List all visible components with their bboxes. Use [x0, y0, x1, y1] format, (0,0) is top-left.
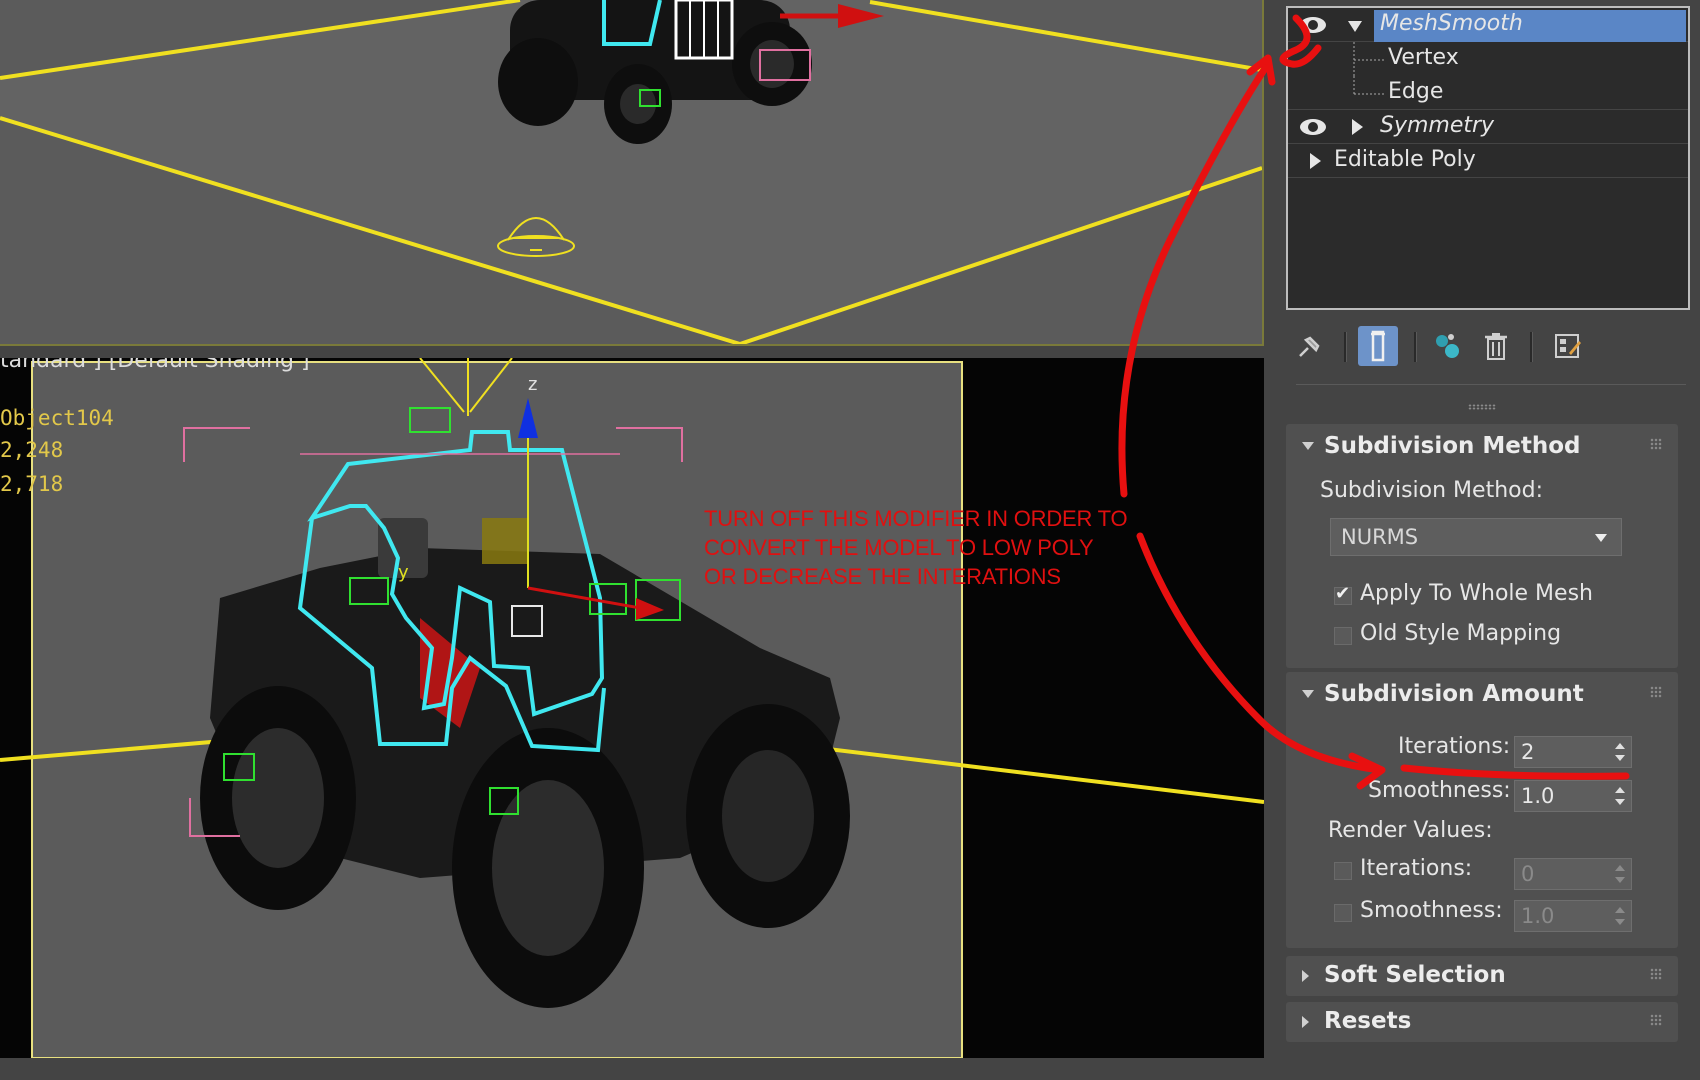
- grip-icon: [1650, 686, 1662, 698]
- render-smoothness-spinner: 1.0: [1514, 900, 1632, 932]
- stack-item-label: MeshSmooth: [1380, 11, 1523, 36]
- spinner-up-icon: [1615, 865, 1625, 871]
- remove-modifier-icon[interactable]: [1476, 326, 1516, 366]
- collapse-triangle-icon[interactable]: [1348, 21, 1362, 32]
- old-style-mapping-checkbox[interactable]: [1334, 627, 1352, 645]
- render-iterations-label[interactable]: Iterations:: [1360, 856, 1472, 881]
- spinner-value: 1.0: [1521, 784, 1555, 808]
- stack-toolbar: [1286, 324, 1690, 370]
- annotation-line: CONVERT THE MODEL TO LOW POLY: [704, 535, 1094, 560]
- grip-icon: [1650, 438, 1662, 450]
- smoothness-spinner[interactable]: 1.0: [1514, 780, 1632, 812]
- toolbar-separator: [1344, 332, 1347, 362]
- annotation-line: TURN OFF THIS MODIFIER IN ORDER TO: [704, 506, 1128, 531]
- spinner-value: 1.0: [1521, 904, 1555, 928]
- rollout-header[interactable]: Resets: [1286, 1002, 1678, 1046]
- subdivision-method-label: Subdivision Method:: [1320, 478, 1543, 503]
- expand-triangle-icon[interactable]: [1352, 119, 1363, 135]
- rollout-header[interactable]: Subdivision Method: [1286, 424, 1678, 468]
- modify-panel: MeshSmooth Vertex Edge Symmetry Editable…: [1274, 0, 1700, 1080]
- stack-item-meshsmooth[interactable]: MeshSmooth: [1288, 8, 1688, 42]
- stack-item-label: Symmetry: [1380, 113, 1495, 138]
- spinner-down-icon[interactable]: [1615, 755, 1625, 761]
- axis-z-label: z: [528, 374, 537, 395]
- render-iterations-checkbox[interactable]: [1334, 862, 1352, 880]
- render-smoothness-label[interactable]: Smoothness:: [1360, 898, 1503, 923]
- annotation-note: TURN OFF THIS MODIFIER IN ORDER TO CONVE…: [704, 504, 1128, 591]
- perspective-viewport[interactable]: z y tandard ] [Default Shading ] Object1…: [0, 358, 1264, 1058]
- stack-item-edge[interactable]: Edge: [1288, 76, 1688, 110]
- spinner-down-icon: [1615, 919, 1625, 925]
- stat-object-name: Object104: [0, 406, 114, 430]
- stack-item-editable-poly[interactable]: Editable Poly: [1288, 144, 1688, 178]
- stack-item-symmetry[interactable]: Symmetry: [1288, 110, 1688, 144]
- stack-item-vertex[interactable]: Vertex: [1288, 42, 1688, 76]
- collapse-arrow-icon: [1302, 442, 1314, 450]
- configure-modifier-sets-icon[interactable]: [1548, 326, 1588, 366]
- eye-icon[interactable]: [1298, 14, 1328, 36]
- axis-y-label: y: [398, 562, 409, 583]
- stack-item-label: Vertex: [1388, 45, 1459, 70]
- tree-connector: [1353, 76, 1386, 95]
- spinner-value: 0: [1521, 862, 1535, 886]
- rollout-title: Subdivision Method: [1324, 433, 1581, 459]
- rollout-header[interactable]: Soft Selection: [1286, 956, 1678, 1000]
- spinner-up-icon: [1615, 907, 1625, 913]
- apply-whole-mesh-checkbox[interactable]: [1334, 583, 1352, 605]
- smoothness-label: Smoothness:: [1368, 778, 1511, 803]
- spinner-up-icon[interactable]: [1615, 743, 1625, 749]
- collapse-arrow-icon: [1302, 690, 1314, 698]
- viewport-label[interactable]: tandard ] [Default Shading ]: [0, 358, 310, 373]
- stack-item-label: Editable Poly: [1334, 147, 1476, 172]
- rollout-title: Subdivision Amount: [1324, 681, 1584, 707]
- render-smoothness-checkbox[interactable]: [1334, 904, 1352, 922]
- top-viewport[interactable]: [0, 0, 1264, 346]
- perspective-scene: z y: [0, 358, 1264, 1058]
- top-viewport-scene: [0, 0, 1262, 344]
- spinner-down-icon[interactable]: [1615, 799, 1625, 805]
- rollout-subdivision-amount: Subdivision Amount Iterations: 2 Smoothn…: [1286, 672, 1678, 948]
- apply-whole-mesh-label[interactable]: Apply To Whole Mesh: [1360, 581, 1593, 606]
- toolbar-separator: [1414, 332, 1417, 362]
- annotation-line: OR DECREASE THE INTERATIONS: [704, 564, 1061, 589]
- panel-grip[interactable]: [1468, 404, 1496, 410]
- old-style-mapping-label[interactable]: Old Style Mapping: [1360, 621, 1561, 646]
- stat-polys: 2,248: [0, 438, 64, 462]
- expand-arrow-icon: [1302, 1016, 1309, 1028]
- toolbar-separator: [1530, 332, 1533, 362]
- subdivision-method-dropdown[interactable]: NURMS: [1330, 518, 1622, 556]
- stat-verts: 2,718: [0, 472, 64, 496]
- grip-icon: [1650, 968, 1662, 980]
- expand-triangle-icon[interactable]: [1310, 153, 1321, 169]
- render-iterations-spinner: 0: [1514, 858, 1632, 890]
- spinner-value: 2: [1521, 740, 1535, 764]
- spinner-up-icon[interactable]: [1615, 787, 1625, 793]
- render-values-label: Render Values:: [1328, 818, 1493, 843]
- rollout-header[interactable]: Subdivision Amount: [1286, 672, 1678, 716]
- panel-divider: [1296, 384, 1686, 385]
- modifier-stack[interactable]: MeshSmooth Vertex Edge Symmetry Editable…: [1286, 6, 1690, 310]
- rollout-title: Soft Selection: [1324, 962, 1506, 988]
- pin-stack-icon[interactable]: [1290, 326, 1330, 366]
- eye-icon[interactable]: [1298, 116, 1328, 138]
- iterations-label: Iterations:: [1398, 734, 1511, 759]
- iterations-spinner[interactable]: 2: [1514, 736, 1632, 768]
- rollout-subdivision-method: Subdivision Method Subdivision Method: N…: [1286, 424, 1678, 668]
- make-unique-icon[interactable]: [1428, 326, 1468, 366]
- rollout-resets[interactable]: Resets: [1286, 1002, 1678, 1042]
- show-end-result-icon[interactable]: [1358, 326, 1398, 366]
- dropdown-value: NURMS: [1341, 525, 1419, 549]
- expand-arrow-icon: [1302, 970, 1309, 982]
- stack-item-label: Edge: [1388, 79, 1444, 104]
- tree-connector: [1353, 42, 1386, 76]
- spinner-down-icon: [1615, 877, 1625, 883]
- rollout-soft-selection[interactable]: Soft Selection: [1286, 956, 1678, 996]
- chevron-down-icon: [1595, 534, 1607, 542]
- rollout-title: Resets: [1324, 1008, 1412, 1034]
- grip-icon: [1650, 1014, 1662, 1026]
